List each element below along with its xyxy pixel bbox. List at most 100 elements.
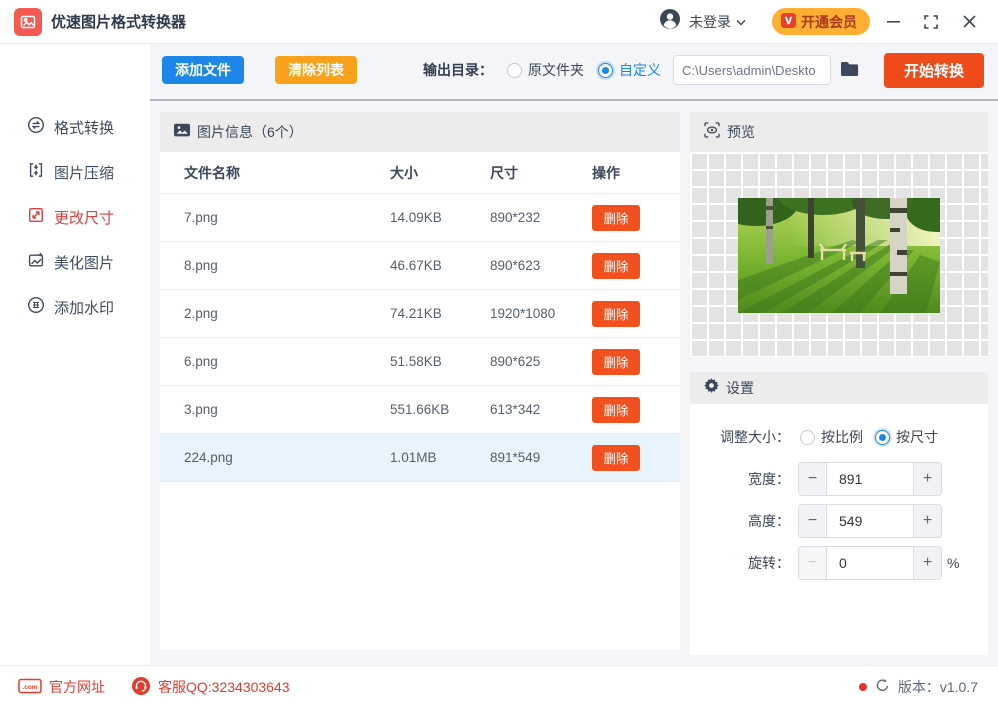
- beautify-icon: [27, 251, 45, 274]
- radio-custom-folder-label[interactable]: 自定义: [619, 60, 661, 80]
- height-plus-button[interactable]: +: [913, 505, 941, 537]
- table-header-row: 文件名称 大小 尺寸 操作: [160, 152, 680, 194]
- file-size: 46.67KB: [390, 258, 442, 273]
- rotate-minus-button[interactable]: −: [799, 547, 827, 579]
- width-minus-button[interactable]: −: [799, 463, 827, 495]
- minimize-button[interactable]: [878, 7, 908, 37]
- service-qq-link[interactable]: 客服QQ:3234303643: [131, 676, 290, 699]
- delete-button[interactable]: 删除: [592, 204, 640, 231]
- radio-by-size-label[interactable]: 按尺寸: [896, 427, 938, 447]
- sidebar-item-format-convert[interactable]: 格式转换: [0, 105, 150, 150]
- folder-icon: [840, 61, 860, 80]
- user-icon: [659, 8, 681, 35]
- height-input[interactable]: [827, 505, 913, 537]
- width-label: 宽度：: [748, 471, 790, 487]
- titlebar: 优速图片格式转换器 未登录 开通会员: [0, 0, 998, 44]
- rotate-input[interactable]: [827, 547, 913, 579]
- radio-custom-folder[interactable]: [597, 62, 613, 78]
- width-plus-button[interactable]: +: [913, 463, 941, 495]
- svg-text:.com: .com: [22, 684, 37, 691]
- width-input[interactable]: [827, 463, 913, 495]
- file-size: 551.66KB: [390, 402, 450, 417]
- footer: .com 官方网址 客服QQ:3234303643 版本：v1.0.7: [0, 665, 998, 708]
- close-button[interactable]: [954, 7, 984, 37]
- col-dims: 尺寸: [490, 164, 518, 181]
- delete-button[interactable]: 删除: [592, 300, 640, 327]
- watermark-icon: [27, 296, 45, 319]
- sidebar-item-resize[interactable]: 更改尺寸: [0, 195, 150, 240]
- col-name: 文件名称: [184, 164, 240, 181]
- check-update-button[interactable]: [875, 678, 890, 696]
- table-row[interactable]: 224.png 1.01MB 891*549 删除: [160, 434, 680, 482]
- col-action: 操作: [592, 164, 620, 181]
- user-menu[interactable]: 未登录: [659, 8, 746, 35]
- width-row: 宽度： − +: [690, 462, 988, 496]
- official-website-label: 官方网址: [49, 679, 105, 695]
- status-dot: [858, 683, 867, 691]
- file-dims: 890*623: [490, 258, 541, 273]
- browse-folder-button[interactable]: [840, 61, 860, 80]
- table-row[interactable]: 3.png 551.66KB 613*342 删除: [160, 386, 680, 434]
- toolbar: 添加文件 清除列表 输出目录： 原文件夹 自定义 开始转换: [162, 52, 984, 88]
- sidebar-item-watermark[interactable]: 添加水印: [0, 285, 150, 330]
- file-table-body: 7.png 14.09KB 890*232 删除 8.png 46.67KB 8…: [160, 194, 680, 482]
- rotate-unit: %: [947, 555, 960, 571]
- right-panel: 预览 设置 调整大小： 按比例 按尺寸 宽度： − 891 + 高度： − 54…: [690, 112, 988, 655]
- official-website-link[interactable]: .com 官方网址: [18, 677, 105, 698]
- service-qq-label: 客服QQ:3234303643: [158, 679, 290, 695]
- version-label: 版本：v1.0.7: [897, 679, 978, 695]
- delete-button[interactable]: 删除: [592, 396, 640, 423]
- file-panel: 图片信息（6个） 文件名称 大小 尺寸 操作 7.png 14.09KB 890…: [160, 112, 680, 650]
- col-size: 大小: [390, 164, 418, 181]
- radio-by-ratio-label[interactable]: 按比例: [821, 427, 863, 447]
- rotate-plus-button[interactable]: +: [913, 547, 941, 579]
- table-row[interactable]: 8.png 46.67KB 890*623 删除: [160, 242, 680, 290]
- vip-button[interactable]: 开通会员: [772, 8, 870, 35]
- file-dims: 1920*1080: [490, 306, 556, 321]
- convert-icon: [27, 116, 45, 139]
- file-name: 8.png: [184, 258, 218, 273]
- radio-source-folder[interactable]: [506, 62, 522, 78]
- clear-list-button[interactable]: 清除列表: [275, 56, 357, 84]
- maximize-button[interactable]: [916, 7, 946, 37]
- resize-icon: [27, 206, 45, 229]
- add-files-button[interactable]: 添加文件: [162, 56, 244, 84]
- rotate-label: 旋转：: [748, 555, 790, 571]
- start-convert-button[interactable]: 开始转换: [883, 52, 984, 88]
- radio-by-ratio[interactable]: [800, 429, 815, 445]
- app-logo-icon: [14, 7, 42, 36]
- delete-button[interactable]: 删除: [592, 348, 640, 375]
- delete-button[interactable]: 删除: [592, 444, 640, 471]
- height-minus-button[interactable]: −: [799, 505, 827, 537]
- file-name: 3.png: [184, 402, 218, 417]
- radio-by-size[interactable]: [875, 429, 890, 445]
- file-size: 14.09KB: [390, 210, 442, 225]
- sidebar-item-label: 图片压缩: [54, 165, 115, 182]
- vip-badge-icon: [781, 12, 796, 31]
- file-size: 1.01MB: [390, 450, 437, 465]
- table-row[interactable]: 6.png 51.58KB 890*625 删除: [160, 338, 680, 386]
- file-panel-title: 图片信息（6个）: [197, 124, 303, 140]
- file-name: 224.png: [184, 450, 233, 465]
- table-row[interactable]: 2.png 74.21KB 1920*1080 删除: [160, 290, 680, 338]
- app-title: 优速图片格式转换器: [51, 14, 187, 31]
- settings-body: 调整大小： 按比例 按尺寸 宽度： − + 高度：: [690, 404, 988, 655]
- compress-icon: [27, 161, 45, 184]
- refresh-icon: [875, 678, 890, 696]
- table-row[interactable]: 7.png 14.09KB 890*232 删除: [160, 194, 680, 242]
- rotate-stepper: − +: [798, 546, 942, 580]
- file-panel-header: 图片信息（6个）: [160, 112, 680, 152]
- file-dims: 890*232: [490, 210, 541, 225]
- height-stepper: − +: [798, 504, 942, 538]
- toolbar-divider: [150, 99, 998, 101]
- width-stepper: − +: [798, 462, 942, 496]
- radio-source-folder-label[interactable]: 原文件夹: [528, 60, 584, 80]
- gear-icon: [704, 378, 719, 398]
- sidebar-item-compress[interactable]: 图片压缩: [0, 150, 150, 195]
- delete-button[interactable]: 删除: [592, 252, 640, 279]
- app-window: 优速图片格式转换器 未登录 开通会员 格式转换 图片压缩 更改尺寸 美化图片 添…: [0, 0, 998, 708]
- output-path-input[interactable]: [672, 55, 831, 85]
- preview-header: 预览: [690, 112, 988, 152]
- sidebar-item-beautify[interactable]: 美化图片: [0, 240, 150, 285]
- preview-title: 预览: [727, 124, 755, 140]
